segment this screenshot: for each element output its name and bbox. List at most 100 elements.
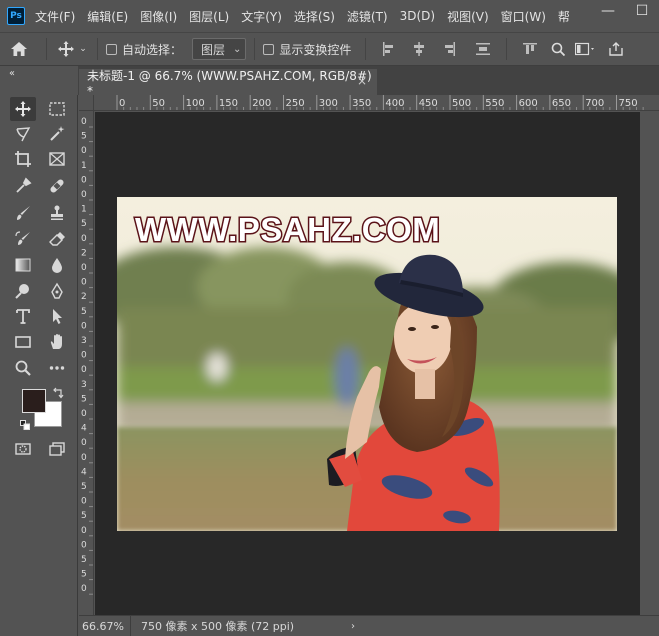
align-horizontal-centers-icon[interactable]	[412, 42, 426, 56]
menu-image[interactable]: 图像(I)	[140, 8, 177, 25]
auto-select-label: 自动选择：	[122, 42, 183, 57]
crop-tool[interactable]	[10, 147, 36, 171]
menu-layer[interactable]: 图层(L)	[189, 8, 229, 25]
show-transform-checkbox[interactable]	[263, 43, 275, 55]
ruler-tick-label: 3	[81, 380, 87, 390]
workspace-icon[interactable]	[575, 42, 597, 56]
pen-icon	[51, 282, 63, 299]
menu-file[interactable]: 文件(F)	[35, 8, 75, 25]
vertical-ruler[interactable]: 0 5 0 1 0 0 1 5 0 2 0 0 2 5 0 3 0 0 3 5 0 4 0 0 4 5 0 5 0 0 5 5 0	[79, 111, 94, 615]
ruler-tick-label: 650	[552, 98, 571, 109]
minimize-button[interactable]: —	[591, 0, 625, 22]
document-info[interactable]: 750 像素 x 500 像素 (72 ppi)	[131, 618, 331, 634]
magic-wand-tool[interactable]	[44, 122, 70, 146]
ruler-tick-label: 5	[81, 570, 87, 580]
align-top-edges-icon[interactable]	[523, 42, 538, 56]
eraser-tool[interactable]	[44, 227, 70, 251]
chevron-down-icon[interactable]: ⌄	[77, 44, 89, 54]
document-tab[interactable]: 未标题-1 @ 66.7% (WWW.PSAHZ.COM, RGB/8#) * …	[79, 69, 377, 98]
dodge-icon	[15, 284, 29, 299]
ruler-tick-label: 5	[81, 132, 87, 142]
ruler-tick-label: 2	[81, 248, 87, 258]
frame-tool[interactable]	[44, 147, 70, 171]
ruler-tick-label: 0	[81, 321, 87, 331]
rectangle-tool[interactable]	[10, 330, 36, 354]
type-icon	[16, 309, 30, 324]
more-tools-button[interactable]	[44, 356, 70, 380]
eraser-icon	[49, 232, 65, 246]
collapse-panel-icon[interactable]: ‹‹	[9, 68, 15, 79]
eyedropper-icon	[16, 177, 32, 193]
zoom-level-field[interactable]: 66.67%	[79, 616, 131, 636]
auto-select-checkbox[interactable]	[106, 43, 117, 55]
horizontal-ruler[interactable]: 0 50 100 150 200 250 300 350 400 450 500 550 600 650 7…	[94, 95, 659, 111]
ruler-tick-label: 500	[452, 98, 471, 109]
move-tool[interactable]	[10, 97, 36, 121]
ellipsis-icon	[49, 366, 65, 370]
chevron-down-icon: ⌄	[233, 43, 242, 55]
clone-stamp-tool[interactable]	[44, 201, 70, 225]
ruler-tick-label: 700	[585, 98, 604, 109]
ruler-tick-label: 450	[419, 98, 438, 109]
arrow-pointer-icon	[53, 309, 62, 324]
menu-window[interactable]: 窗口(W)	[501, 8, 546, 25]
ruler-tick-label: 200	[252, 98, 271, 109]
brush-tool[interactable]	[10, 201, 36, 225]
ruler-tick-label: 0	[81, 351, 87, 361]
menu-help[interactable]: 帮	[558, 8, 570, 25]
water-drop-icon	[52, 258, 62, 273]
foreground-color-swatch[interactable]	[22, 389, 46, 413]
menu-filter[interactable]: 滤镜(T)	[347, 8, 388, 25]
ruler-tick-label: 0	[81, 190, 87, 200]
ruler-tick-label: 5	[81, 307, 87, 317]
maximize-button[interactable]: ☐	[625, 0, 659, 22]
watermark-text: WWW.PSAHZ.COM	[135, 211, 440, 248]
stamp-icon	[51, 205, 63, 220]
rectangle-icon	[15, 336, 31, 348]
auto-select-target-dropdown[interactable]: 图层 ⌄	[192, 38, 247, 60]
type-tool[interactable]	[10, 304, 36, 328]
menu-view[interactable]: 视图(V)	[447, 8, 489, 25]
move-tool-preset-icon[interactable]	[55, 41, 77, 57]
status-bar: 66.67% 750 像素 x 500 像素 (72 ppi) ›	[79, 615, 659, 636]
share-icon[interactable]	[609, 42, 624, 56]
document-canvas[interactable]: WWW.PSAHZ.COM	[117, 197, 617, 531]
status-menu-arrow[interactable]: ›	[351, 621, 355, 632]
ruler-tick-label: 750	[619, 98, 638, 109]
ruler-tick-label: 1	[81, 161, 87, 171]
default-colors-icon[interactable]	[20, 419, 30, 430]
eyedropper-tool[interactable]	[10, 174, 36, 198]
path-selection-tool[interactable]	[44, 304, 70, 328]
menu-select[interactable]: 选择(S)	[294, 8, 335, 25]
history-brush-tool[interactable]	[10, 227, 36, 251]
right-gutter	[640, 112, 659, 615]
align-right-edges-icon[interactable]	[442, 42, 456, 56]
lasso-tool[interactable]	[10, 122, 36, 146]
home-icon[interactable]	[0, 34, 38, 64]
swap-colors-icon[interactable]	[52, 387, 64, 399]
ruler-origin[interactable]	[79, 95, 94, 111]
crop-icon	[15, 151, 31, 167]
magnifier-icon	[15, 360, 31, 376]
zoom-tool[interactable]	[10, 356, 36, 380]
healing-brush-tool[interactable]	[44, 174, 70, 198]
blur-tool[interactable]	[44, 253, 70, 277]
dodge-tool[interactable]	[10, 279, 36, 303]
hand-tool[interactable]	[44, 330, 70, 354]
pen-tool[interactable]	[44, 279, 70, 303]
move-icon	[15, 101, 31, 117]
search-icon[interactable]	[551, 42, 566, 57]
distribute-vertical-icon[interactable]	[476, 42, 491, 56]
align-left-edges-icon[interactable]	[382, 42, 396, 56]
ruler-tick-label: 5	[81, 482, 87, 492]
menu-3d[interactable]: 3D(D)	[400, 9, 435, 23]
quick-mask-button[interactable]	[10, 437, 36, 461]
ruler-tick-label: 0	[81, 234, 87, 244]
screen-mode-button[interactable]	[44, 437, 70, 461]
menubar: Ps 文件(F) 编辑(E) 图像(I) 图层(L) 文字(Y) 选择(S) 滤…	[0, 0, 659, 32]
gradient-tool[interactable]	[10, 253, 36, 277]
menu-type[interactable]: 文字(Y)	[241, 8, 282, 25]
menu-edit[interactable]: 编辑(E)	[87, 8, 128, 25]
close-tab-button[interactable]: ×	[357, 74, 367, 88]
marquee-tool[interactable]	[44, 97, 70, 121]
